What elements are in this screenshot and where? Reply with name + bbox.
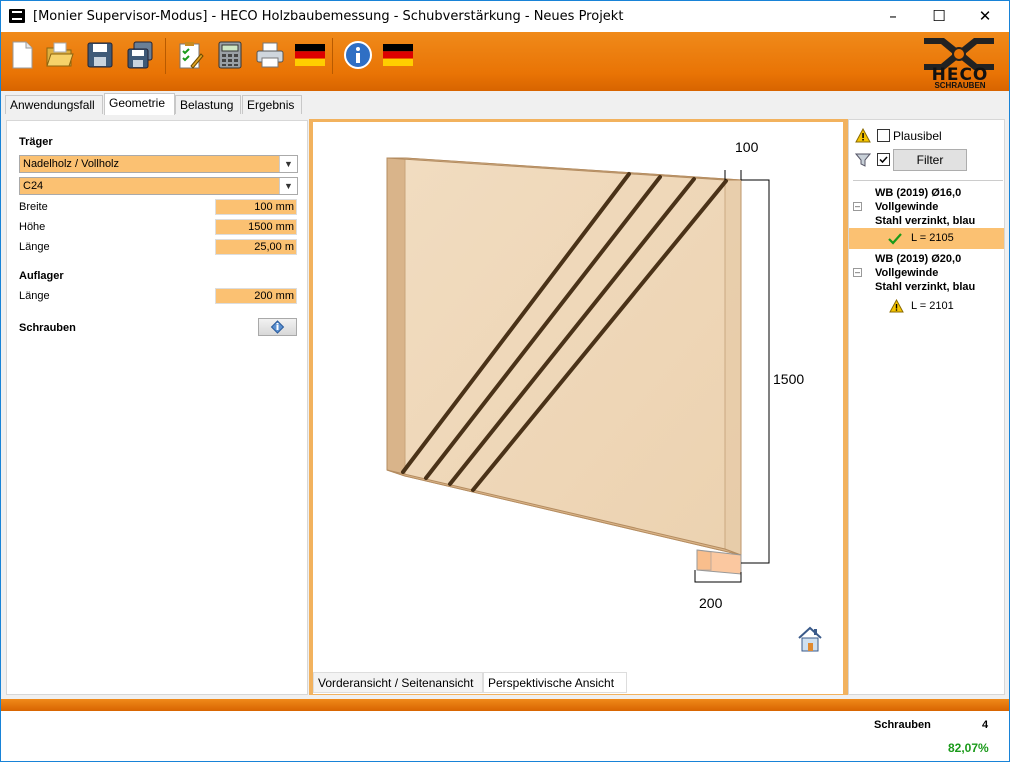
geometry-form: Träger Nadelholz / Vollholz ▼ C24 ▼ Brei… [6, 120, 308, 695]
checkmark-icon [879, 156, 888, 164]
open-folder-icon[interactable] [45, 40, 75, 70]
toolbar: HECO SCHRAUBEN [1, 32, 1009, 91]
logo-subtext: SCHRAUBEN [934, 81, 986, 90]
collapse-icon[interactable]: – [853, 268, 862, 277]
bottom-accent-bar [1, 699, 1009, 711]
info-diamond-icon [270, 320, 285, 334]
close-button[interactable]: ✕ [962, 1, 1008, 32]
status-area: Schrauben 4 82,07% [1, 711, 1009, 761]
dim-height-label: 1500 [773, 371, 804, 387]
info-icon[interactable] [343, 40, 373, 70]
tab-perspektivisch[interactable]: Perspektivische Ansicht [483, 672, 627, 693]
window-title: [Monier Supervisor-Modus] - HECO Holzbau… [33, 9, 624, 24]
home-icon[interactable] [798, 626, 822, 652]
auflager-heading: Auflager [19, 270, 64, 282]
hoehe-label: Höhe [19, 221, 46, 233]
plausibel-checkbox[interactable] [877, 129, 890, 142]
german-flag-icon[interactable] [383, 44, 413, 66]
screw-length: L = 2105 [911, 232, 954, 244]
chevron-down-icon: ▼ [279, 156, 297, 172]
warning-icon [855, 128, 871, 143]
screw-length: L = 2101 [911, 300, 954, 312]
collapse-icon[interactable]: – [853, 202, 862, 211]
checklist-icon[interactable] [175, 40, 205, 70]
grade-select[interactable]: C24 ▼ [19, 177, 298, 195]
schrauben-heading: Schrauben [19, 322, 76, 334]
title-bar: [Monier Supervisor-Modus] - HECO Holzbau… [1, 1, 1009, 32]
schrauben-count-label: Schrauben [874, 719, 931, 731]
tab-belastung[interactable]: Belastung [175, 95, 241, 114]
tab-vorderansicht[interactable]: Vorderansicht / Seitenansicht [313, 672, 483, 693]
grade-value: C24 [23, 180, 44, 192]
tab-ergebnis[interactable]: Ergebnis [242, 95, 302, 114]
view-tabs: Vorderansicht / Seitenansicht Perspektiv… [313, 671, 843, 694]
utilization-percent: 82,07% [948, 741, 989, 755]
filter-checkbox[interactable] [877, 153, 890, 166]
heco-logo: HECO SCHRAUBEN [916, 34, 1002, 90]
app-window: [Monier Supervisor-Modus] - HECO Holzbau… [0, 0, 1010, 762]
schrauben-count: 4 [982, 719, 989, 731]
toolbar-separator [165, 38, 166, 74]
auflager-laenge-input[interactable]: 200 mm [215, 288, 297, 304]
save-icon[interactable] [85, 40, 115, 70]
hoehe-input[interactable]: 1500 mm [215, 219, 297, 235]
tab-geometrie[interactable]: Geometrie [104, 93, 175, 115]
view-frame: 100 1500 200 Vorderansicht / Seitenansic… [309, 119, 849, 695]
screw-group-material: Stahl verzinkt, blau [875, 215, 976, 227]
chevron-down-icon: ▼ [279, 178, 297, 194]
maximize-button[interactable]: ☐ [916, 1, 962, 32]
material-select[interactable]: Nadelholz / Vollholz ▼ [19, 155, 298, 173]
screw-results-panel: Plausibel Filter WB (2019) Ø16,0 – Vollg… [848, 119, 1005, 695]
app-icon [9, 9, 25, 23]
beam-3d-view[interactable]: 100 1500 200 [313, 122, 843, 671]
divider [853, 180, 1003, 181]
laenge-input[interactable]: 25,00 m [215, 239, 297, 255]
material-value: Nadelholz / Vollholz [23, 158, 120, 170]
auflager-laenge-label: Länge [19, 290, 50, 302]
traeger-heading: Träger [19, 136, 53, 148]
breite-label: Breite [19, 201, 48, 213]
screw-group-material: Stahl verzinkt, blau [875, 281, 976, 293]
minimize-button[interactable]: – [870, 1, 916, 32]
breite-input[interactable]: 100 mm [215, 199, 297, 215]
tab-anwendungsfall[interactable]: Anwendungsfall [5, 95, 103, 114]
schrauben-info-button[interactable] [258, 318, 297, 336]
laenge-label: Länge [19, 241, 50, 253]
new-file-icon[interactable] [7, 40, 37, 70]
dim-width-label: 100 [735, 139, 759, 155]
funnel-icon [855, 153, 871, 167]
screw-group-thread: Vollgewinde [875, 201, 939, 213]
screw-group-thread: Vollgewinde [875, 267, 939, 279]
screw-group-title: WB (2019) Ø20,0 [875, 253, 962, 265]
german-flag-icon[interactable] [295, 44, 325, 66]
save-as-icon[interactable] [125, 40, 155, 70]
plausibel-label: Plausibel [893, 129, 942, 143]
filter-button[interactable]: Filter [893, 149, 967, 171]
dim-support-label: 200 [699, 595, 723, 611]
calculator-icon[interactable] [215, 40, 245, 70]
print-icon[interactable] [255, 40, 285, 70]
warning-icon [889, 299, 904, 313]
toolbar-separator [332, 38, 333, 74]
screw-group-title: WB (2019) Ø16,0 [875, 187, 962, 199]
check-ok-icon [888, 233, 902, 245]
